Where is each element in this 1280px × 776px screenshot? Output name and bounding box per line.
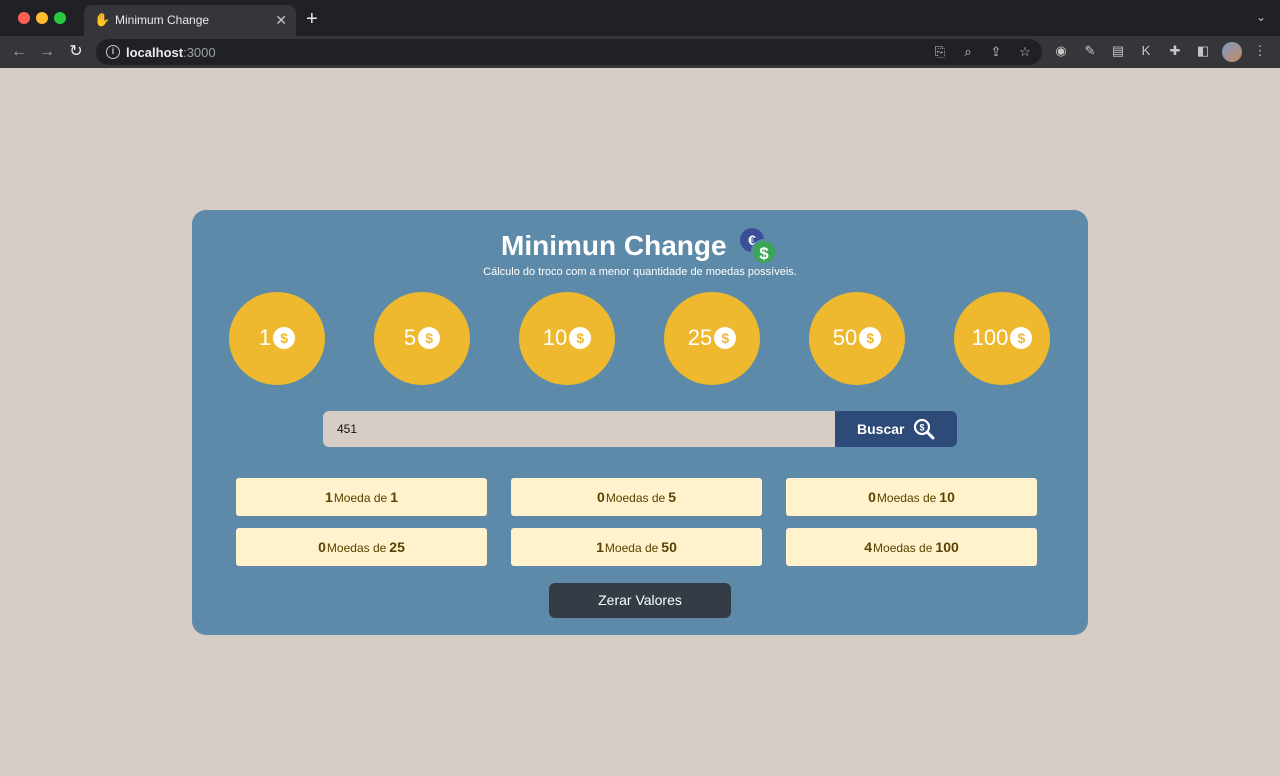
- result-coin-value: 50: [661, 539, 677, 555]
- tab-title: Minimum Change: [115, 13, 210, 27]
- result-count: 1: [325, 489, 333, 505]
- result-coin-5: 0Moedas de 5: [511, 478, 762, 516]
- coin-25: 25 $: [664, 292, 760, 385]
- pen-extension-icon[interactable]: ✎: [1081, 42, 1099, 60]
- minimum-change-card: Minimun Change € $ Cálculo do troco com …: [192, 210, 1088, 635]
- results-grid: 1Moeda de 1 0Moedas de 5 0Moedas de 10 0Moe…: [236, 478, 1037, 566]
- svg-text:$: $: [919, 423, 924, 433]
- money-search-icon: $: [913, 418, 935, 440]
- document-extension-icon[interactable]: ▤: [1109, 42, 1127, 60]
- result-coin-1: 1Moeda de 1: [236, 478, 487, 516]
- result-coin-value: 25: [389, 539, 405, 555]
- zoom-icon[interactable]: ⌕: [959, 43, 977, 61]
- camera-extension-icon[interactable]: ◉: [1052, 42, 1070, 60]
- address-bar[interactable]: i localhost:3000 ⎘ ⌕ ⇪ ☆: [96, 39, 1042, 65]
- close-window-button[interactable]: [18, 12, 30, 24]
- result-coin-value: 10: [939, 489, 955, 505]
- result-count: 0: [868, 489, 876, 505]
- coin-list: 1 $ 5 $ 10 $ 25 $ 50 $ 100 $: [229, 292, 1051, 385]
- dollar-icon: $: [273, 327, 296, 349]
- result-coin-25: 0Moedas de 25: [236, 528, 487, 566]
- tab-minimum-change[interactable]: ✋ Minimum Change ✕: [84, 5, 296, 36]
- coin-value: 1: [258, 325, 272, 350]
- back-arrow-icon[interactable]: ←: [9, 42, 29, 62]
- reload-icon[interactable]: ↻: [66, 42, 86, 62]
- result-coin-50: 1Moeda de 50: [511, 528, 762, 566]
- dollar-coin-icon: $: [751, 239, 777, 265]
- profile-avatar[interactable]: [1222, 42, 1242, 62]
- result-label: Moedas de: [876, 491, 937, 505]
- result-label: Moedas de: [605, 491, 666, 505]
- search-button[interactable]: Buscar $: [835, 411, 957, 447]
- dollar-icon: $: [569, 327, 592, 349]
- result-count: 4: [864, 539, 873, 555]
- url-text: localhost:3000: [126, 45, 216, 60]
- reset-values-button[interactable]: Zerar Valores: [549, 583, 731, 618]
- translate-icon[interactable]: ⎘: [931, 43, 949, 61]
- dollar-icon: $: [859, 327, 882, 349]
- side-panel-icon[interactable]: ◧: [1194, 42, 1212, 60]
- coin-5: 5 $: [374, 292, 470, 385]
- coin-10: 10 $: [519, 292, 615, 385]
- dollar-icon: $: [418, 327, 441, 349]
- result-count: 1: [596, 539, 604, 555]
- page-title: Minimun Change: [501, 230, 727, 261]
- bookmark-star-icon[interactable]: ☆: [1016, 43, 1034, 61]
- result-label: Moedas de: [873, 541, 933, 555]
- result-coin-value: 100: [935, 539, 959, 555]
- currency-coins-icon: € $: [737, 228, 779, 268]
- coin-value: 25: [687, 325, 713, 350]
- url-port: :3000: [183, 45, 216, 60]
- url-host: localhost: [126, 45, 184, 60]
- result-coin-10: 0Moedas de 10: [786, 478, 1037, 516]
- browser-chrome: ✋ Minimum Change ✕ + ⌄ ← → ↻ i localhost…: [0, 0, 1280, 68]
- dollar-icon: $: [714, 327, 737, 349]
- result-count: 0: [318, 539, 326, 555]
- tab-search-chevron-icon[interactable]: ⌄: [1256, 10, 1266, 24]
- new-tab-button[interactable]: +: [306, 8, 318, 30]
- coin-50: 50 $: [809, 292, 905, 385]
- result-coin-value: 5: [668, 489, 676, 505]
- forward-arrow-icon[interactable]: →: [37, 42, 57, 62]
- minimize-window-button[interactable]: [36, 12, 48, 24]
- tab-close-icon[interactable]: ✕: [275, 11, 287, 29]
- coin-value: 100: [971, 325, 1009, 350]
- coin-hand-favicon-icon: ✋: [94, 12, 111, 27]
- coin-value: 5: [403, 325, 417, 350]
- coin-value: 10: [542, 325, 568, 350]
- site-info-icon[interactable]: i: [106, 45, 120, 59]
- search-bar: Buscar $: [323, 411, 957, 447]
- coin-value: 50: [832, 325, 858, 350]
- result-label: Moeda de: [604, 541, 659, 555]
- k-extension-icon[interactable]: K: [1137, 42, 1155, 60]
- kebab-menu-icon[interactable]: ⋮: [1251, 42, 1269, 60]
- amount-input[interactable]: [323, 411, 843, 447]
- page-subtitle: Cálculo do troco com a menor quantidade …: [483, 266, 797, 278]
- puzzle-extensions-icon[interactable]: ✚: [1166, 42, 1184, 60]
- header: Minimun Change € $: [192, 228, 1088, 268]
- coin-100: 100 $: [954, 292, 1050, 385]
- result-label: Moeda de: [333, 491, 388, 505]
- zoom-window-button[interactable]: [54, 12, 66, 24]
- result-count: 0: [597, 489, 605, 505]
- search-button-label: Buscar: [857, 421, 905, 437]
- share-icon[interactable]: ⇪: [987, 43, 1005, 61]
- dollar-icon: $: [1010, 327, 1033, 349]
- result-coin-100: 4Moedas de 100: [786, 528, 1037, 566]
- result-label: Moedas de: [326, 541, 387, 555]
- result-coin-value: 1: [390, 489, 398, 505]
- tab-strip: ✋ Minimum Change ✕ + ⌄: [0, 0, 1280, 36]
- coin-1: 1 $: [229, 292, 325, 385]
